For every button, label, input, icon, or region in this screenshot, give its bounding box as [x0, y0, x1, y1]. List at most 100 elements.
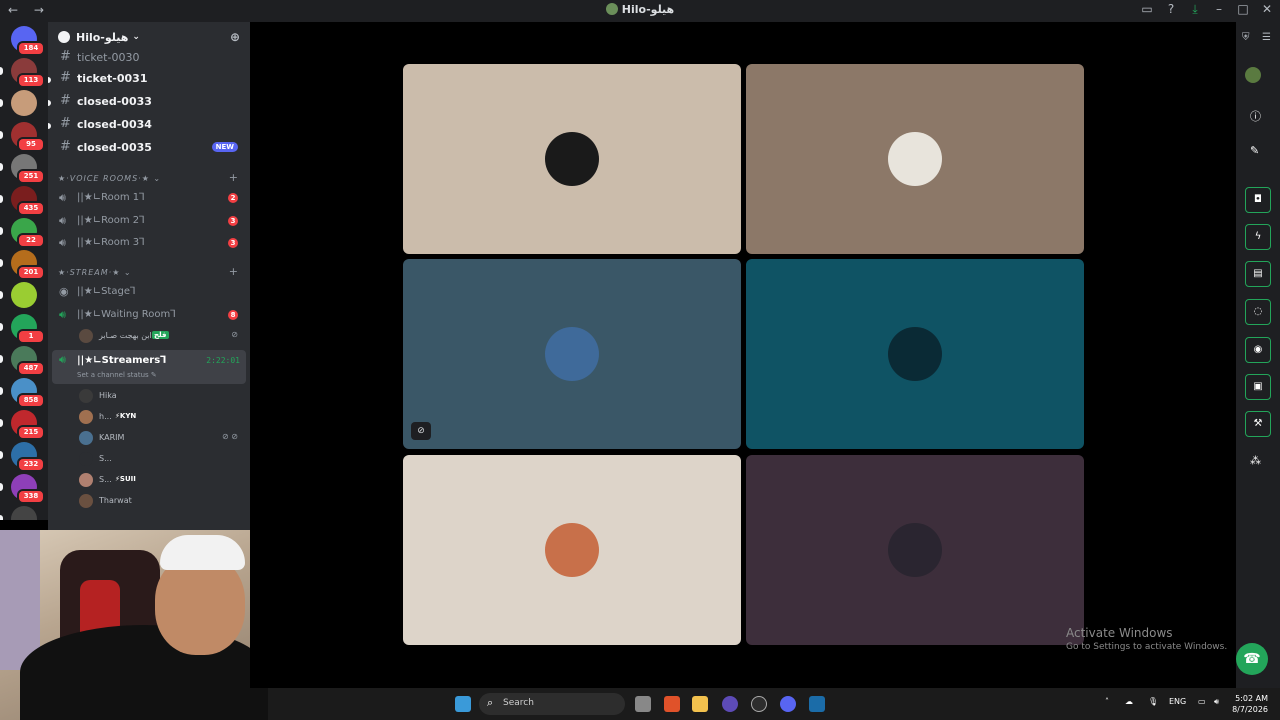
taskbar-search[interactable]: ⌕ Search — [479, 693, 625, 715]
search-icon: ⌕ — [487, 696, 494, 709]
waiting-user[interactable]: ابن بهجت صـابر فلج ⊘ — [48, 327, 250, 347]
chevron-up-icon[interactable]: ˄ — [1105, 697, 1109, 706]
app-icon[interactable] — [722, 696, 738, 712]
participant-tile[interactable] — [746, 64, 1084, 254]
server-icon — [605, 3, 618, 15]
chat-icon[interactable]: ◌ — [1245, 299, 1271, 325]
close-button[interactable]: ✕ — [1260, 2, 1274, 17]
wrench-icon[interactable]: ⚒ — [1245, 411, 1271, 437]
streamer-user[interactable]: h... ⚡KYN — [48, 408, 250, 428]
microphone-icon[interactable]: 🎙︎ — [1148, 697, 1158, 706]
category-label: ★·STREAM·★ — [58, 268, 121, 277]
add-channel-icon[interactable]: + — [229, 265, 238, 278]
cloud-icon[interactable]: ☁ — [1125, 697, 1133, 706]
stage-name: ||★∟Stage⅂ — [77, 286, 136, 297]
participant-tile[interactable] — [403, 64, 741, 254]
network-icon[interactable]: ▭ — [1198, 697, 1206, 706]
category-voice-rooms[interactable]: ★·VOICE ROOMS·★ ⌄ — [58, 174, 161, 183]
waiting-room-channel[interactable]: 🔊︎ ||★∟Waiting Room⅂ 8 — [48, 305, 250, 325]
voice-fab-button[interactable]: ☎ — [1236, 643, 1268, 675]
new-badge: NEW — [211, 142, 238, 152]
server-name: Hilo-هيلو — [76, 30, 129, 44]
stage-channel[interactable]: ◉ ||★∟Stage⅂ — [48, 282, 250, 302]
user-name: KARIM — [99, 433, 125, 442]
language-indicator[interactable]: ENG — [1169, 697, 1186, 706]
category-stream[interactable]: ★·STREAM·★ ⌄ — [58, 268, 132, 277]
pencil-icon[interactable]: ✎ — [1250, 144, 1259, 157]
shield-icon[interactable]: ⛨ — [1242, 32, 1250, 43]
hash-icon: # — [60, 49, 71, 64]
right-toolbar: ⛨ ☰ ⓘ ✎ ◘ ϟ ▤ ◌ ◉ ▣ ⚒ ⁂ — [1236, 22, 1280, 688]
start-icon[interactable] — [455, 696, 471, 712]
streamer-user[interactable]: Hika — [48, 387, 250, 407]
apps-icon[interactable]: ⁂ — [1250, 454, 1261, 467]
obs-icon[interactable] — [751, 696, 767, 712]
window-title-text: Hilo-هيلو — [621, 3, 675, 16]
inbox-icon[interactable]: ▭ — [1140, 2, 1154, 17]
unread-pill — [0, 99, 3, 107]
lightning-icon[interactable]: ϟ — [1245, 224, 1271, 250]
mention-badge: 338 — [17, 489, 45, 504]
video-off-icon: ⊘ — [411, 422, 431, 440]
unread-pill — [0, 195, 3, 203]
add-channel-icon[interactable]: + — [229, 171, 238, 184]
channel-closed-0033[interactable]: # closed-0033 — [48, 92, 250, 112]
screen-icon[interactable]: ▣ — [1245, 374, 1271, 400]
voice-room-3[interactable]: 🔊︎ ||★∟Room 3⅂ 3 — [48, 233, 250, 253]
user-avatar[interactable] — [1245, 67, 1261, 83]
voice-room-2[interactable]: 🔊︎ ||★∟Room 2⅂ 3 — [48, 211, 250, 231]
unread-pill — [0, 323, 3, 331]
channel-ticket-0030[interactable]: # ticket-0030 — [48, 48, 250, 68]
participant-tile[interactable] — [746, 259, 1084, 449]
chevron-down-icon: ⌄ — [132, 32, 140, 42]
call-timer: 2:22:01 — [206, 356, 240, 365]
participant-avatar — [545, 327, 599, 381]
minimize-button[interactable]: – — [1212, 2, 1226, 17]
mention-badge: 487 — [17, 361, 45, 376]
streamer-user[interactable]: S... — [48, 450, 250, 470]
info-icon[interactable]: ⓘ — [1250, 108, 1261, 124]
participant-tile[interactable]: ⊘ — [403, 259, 741, 449]
server-icon[interactable] — [11, 506, 37, 520]
channel-ticket-0031[interactable]: # ticket-0031 — [48, 69, 250, 89]
add-user-icon[interactable]: ⊕ — [230, 30, 240, 44]
brave-icon[interactable] — [664, 696, 680, 712]
help-icon[interactable]: ? — [1164, 2, 1178, 17]
mention-badge: 1 — [17, 329, 45, 344]
unread-pill — [0, 163, 3, 171]
channel-status[interactable]: Set a channel status ✎ — [77, 371, 157, 379]
waiting-room-name: ||★∟Waiting Room⅂ — [77, 309, 176, 320]
participant-tile[interactable] — [403, 455, 741, 645]
volume-icon[interactable]: 🔊︎ — [1214, 697, 1219, 707]
server-icon[interactable] — [11, 282, 37, 308]
camera-icon[interactable]: ◘ — [1245, 187, 1271, 213]
menu-icon[interactable]: ☰ — [1262, 32, 1271, 43]
channel-closed-0034[interactable]: # closed-0034 — [48, 115, 250, 135]
maximize-button[interactable]: □ — [1236, 2, 1250, 17]
streamer-user[interactable]: Tharwat — [48, 492, 250, 512]
muted-icon: ⊘ — [231, 330, 238, 339]
server-icon[interactable] — [11, 90, 37, 116]
channel-closed-0035[interactable]: # closed-0035 NEW — [48, 138, 250, 158]
streamer-user[interactable]: KARIM ⊘ ⊘ — [48, 429, 250, 449]
clock[interactable]: 5:02 AM 8/7/2026 — [1232, 693, 1268, 715]
download-icon[interactable]: ⤓ — [1188, 2, 1202, 17]
task-view-icon[interactable] — [635, 696, 651, 712]
unread-pill — [0, 227, 3, 235]
user-name: S... — [99, 475, 112, 484]
avatar — [79, 329, 93, 343]
streamer-user[interactable]: S... ⚡SUII — [48, 471, 250, 491]
voice-room-1[interactable]: 🔊︎ ||★∟Room 1⅂ 2 — [48, 188, 250, 208]
steam-icon[interactable] — [809, 696, 825, 712]
search-placeholder: Search — [503, 698, 534, 708]
unread-pill — [0, 451, 3, 459]
file-explorer-icon[interactable] — [692, 696, 708, 712]
document-icon[interactable]: ▤ — [1245, 261, 1271, 287]
user-name: h... — [99, 412, 112, 421]
unread-pill — [0, 259, 3, 267]
streamers-channel[interactable]: 🔊︎ ||★∟Streamers⅂ 2:22:01 Set a channel … — [52, 350, 246, 384]
broadcast-icon[interactable]: ◉ — [1245, 337, 1271, 363]
avatar — [79, 452, 93, 466]
discord-icon[interactable] — [780, 696, 796, 712]
participant-tile[interactable] — [746, 455, 1084, 645]
